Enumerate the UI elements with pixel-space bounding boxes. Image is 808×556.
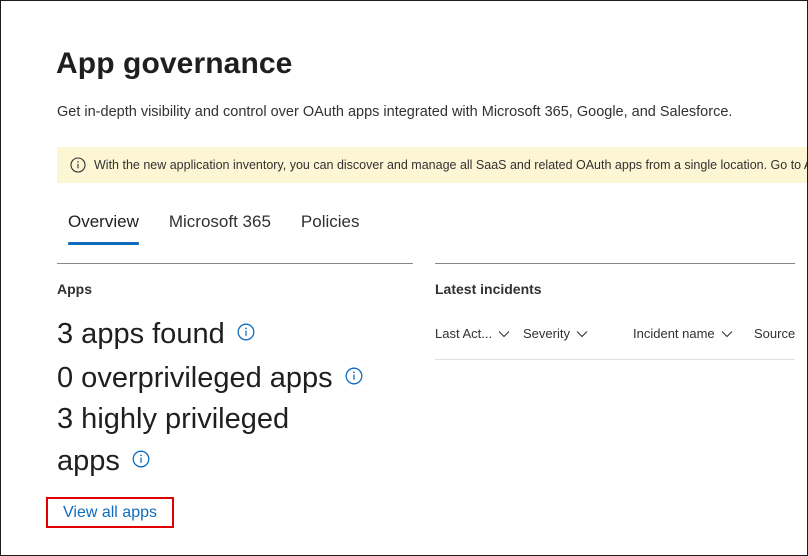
tab-policies[interactable]: Policies xyxy=(290,205,371,245)
apps-section-label: Apps xyxy=(57,281,92,297)
apps-found-text: 3 apps found xyxy=(57,318,225,350)
column-header-label: Severity xyxy=(523,326,570,341)
incidents-table-header: Last Act... Severity Incident name Sourc… xyxy=(435,326,795,346)
app-window: App governance Get in-depth visibility a… xyxy=(0,0,808,556)
chevron-down-icon xyxy=(498,330,510,338)
column-header-label: Last Act... xyxy=(435,326,493,341)
tab-microsoft-365[interactable]: Microsoft 365 xyxy=(158,205,282,245)
highly-privileged-apps-text-line2: apps xyxy=(57,445,120,477)
chevron-down-icon xyxy=(576,330,588,338)
apps-found-stat: 3 apps found xyxy=(57,316,255,352)
tab-overview[interactable]: Overview xyxy=(57,205,150,245)
page-title: App governance xyxy=(56,47,293,80)
overprivileged-apps-stat: 0 overprivileged apps xyxy=(57,360,363,396)
info-icon[interactable] xyxy=(132,450,150,468)
info-banner: With the new application inventory, you … xyxy=(57,147,808,183)
page-subtitle: Get in-depth visibility and control over… xyxy=(57,104,733,120)
column-header-label: Source xyxy=(754,326,796,341)
apps-section-divider xyxy=(57,263,413,264)
chevron-down-icon xyxy=(721,330,733,338)
incidents-table-divider xyxy=(435,359,795,360)
view-all-apps-highlight: View all apps xyxy=(46,497,174,528)
info-icon xyxy=(70,157,86,173)
info-icon[interactable] xyxy=(237,323,255,341)
highly-privileged-apps-text-line1: 3 highly privileged xyxy=(57,403,290,435)
column-header-source[interactable]: Source xyxy=(754,326,795,341)
incidents-section-divider xyxy=(435,263,795,264)
view-all-apps-link[interactable]: View all apps xyxy=(63,504,157,522)
highly-privileged-apps-stat: 3 highly privileged apps xyxy=(57,401,289,479)
overprivileged-apps-text: 0 overprivileged apps xyxy=(57,362,333,394)
tab-bar: Overview Microsoft 365 Policies xyxy=(57,205,379,245)
info-icon[interactable] xyxy=(345,367,363,385)
latest-incidents-label: Latest incidents xyxy=(435,281,542,297)
column-header-severity[interactable]: Severity xyxy=(523,326,588,341)
banner-text: With the new application inventory, you … xyxy=(94,158,808,172)
column-header-incident-name[interactable]: Incident name xyxy=(633,326,733,341)
column-header-label: Incident name xyxy=(633,326,715,341)
column-header-last-activity[interactable]: Last Act... xyxy=(435,326,510,341)
